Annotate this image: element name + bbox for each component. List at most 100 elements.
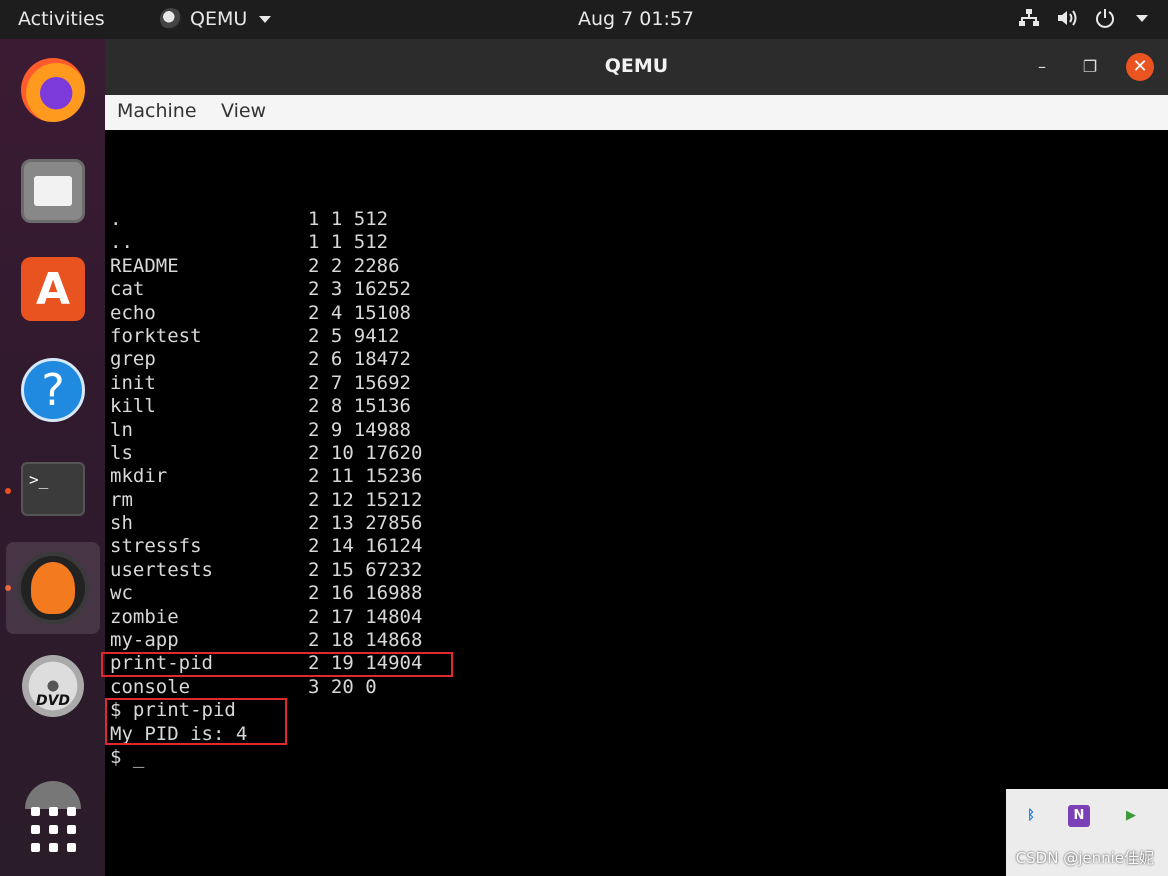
network-icon	[1019, 9, 1039, 26]
file-name: wc	[110, 582, 133, 605]
file-name: .	[110, 208, 122, 230]
chevron-down-icon	[1136, 14, 1148, 22]
highlight-box-print-pid-entry	[101, 652, 453, 677]
activities-button[interactable]: Activities	[18, 8, 105, 30]
app-menu-label: QEMU	[190, 8, 248, 30]
listing-row: stressfs 2 14 16124	[110, 535, 422, 558]
chevron-down-icon	[259, 15, 272, 23]
listing-row: my-app 2 18 14868	[110, 629, 422, 652]
file-info: 2 9 14988	[308, 418, 411, 441]
listing-row: console 3 20 0	[110, 676, 422, 699]
power-icon	[1096, 9, 1114, 28]
file-info: 2 7 15692	[308, 371, 411, 394]
console-output: . 1 1 512.. 1 1 512 README 2 2 2286 cat 2 3 16…	[110, 208, 422, 769]
top-bar: Activities QEMU Aug 7 01:57	[0, 0, 1168, 39]
file-name: sh	[110, 512, 133, 535]
file-name: rm	[110, 488, 133, 511]
file-info: 2 12 15212	[308, 488, 423, 511]
dock-help[interactable]: ?	[18, 355, 88, 425]
file-name: ls	[110, 441, 133, 464]
listing-row: sh 2 13 27856	[110, 512, 422, 535]
dock-software[interactable]: A	[18, 254, 88, 324]
file-info: 2 2 2286	[308, 254, 400, 277]
show-applications-button[interactable]	[18, 794, 88, 864]
listing-row: init 2 7 15692	[110, 372, 422, 395]
listing-row: mkdir 2 11 15236	[110, 465, 422, 488]
file-name: grep	[110, 348, 156, 371]
listing-row: grep 2 6 18472	[110, 348, 422, 371]
file-info: 2 4 15108	[308, 301, 411, 324]
listing-row: . 1 1 512	[110, 208, 422, 231]
shell-prompt: $ _	[110, 745, 145, 768]
file-info: 2 18 14868	[308, 629, 423, 652]
file-info: 2 14 16124	[308, 535, 423, 558]
apps-grid-icon	[30, 806, 76, 852]
file-info: 1 1 512	[308, 208, 389, 230]
file-name: stressfs	[110, 535, 202, 558]
file-name: README	[110, 254, 179, 277]
dock-terminal[interactable]: >_	[18, 454, 88, 524]
close-button[interactable]: ✕	[1126, 53, 1154, 81]
file-info: 2 10 17620	[308, 441, 423, 464]
firefox-icon	[21, 58, 85, 122]
clock[interactable]: Aug 7 01:57	[578, 8, 694, 30]
dock-firefox[interactable]	[18, 55, 88, 125]
listing-row: zombie 2 17 14804	[110, 606, 422, 629]
file-info: 1 1 512	[308, 231, 389, 254]
dock-dvd[interactable]: DVD	[18, 651, 88, 721]
maximize-button[interactable]: ❐	[1076, 53, 1104, 81]
menu-machine[interactable]: Machine	[117, 100, 197, 122]
onenote-icon[interactable]: N	[1068, 805, 1090, 827]
listing-row: ln 2 9 14988	[110, 419, 422, 442]
files-icon	[21, 159, 85, 223]
listing-row: echo 2 4 15108	[110, 302, 422, 325]
bluetooth-icon[interactable]: ᛒ	[1020, 805, 1042, 827]
file-info: 2 17 14804	[308, 605, 423, 628]
file-info: 2 15 67232	[308, 558, 423, 581]
menu-view[interactable]: View	[221, 100, 266, 122]
file-info: 2 3 16252	[308, 278, 411, 301]
file-name: ln	[110, 418, 133, 441]
listing-row: kill 2 8 15136	[110, 395, 422, 418]
listing-row: usertests 2 15 67232	[110, 559, 422, 582]
minimize-button[interactable]: –	[1028, 53, 1056, 81]
qemu-icon	[17, 552, 89, 624]
file-name: cat	[110, 278, 145, 301]
file-name: console	[110, 675, 191, 698]
window-titlebar[interactable]: QEMU – ❐ ✕	[105, 39, 1168, 95]
file-info: 2 11 15236	[308, 465, 423, 488]
dock-qemu[interactable]	[6, 542, 100, 634]
menu-bar: Machine View	[105, 95, 1168, 130]
app-menu[interactable]: QEMU	[160, 8, 272, 30]
file-name: zombie	[110, 605, 179, 628]
file-name: usertests	[110, 558, 213, 581]
dock: A ? >_ DVD	[0, 39, 105, 876]
listing-row: cat 2 3 16252	[110, 278, 422, 301]
volume-icon	[1058, 10, 1077, 26]
listing-row: forktest 2 5 9412	[110, 325, 422, 348]
listing-row: rm 2 12 15212	[110, 489, 422, 512]
window-title: QEMU	[604, 55, 669, 77]
dvd-icon: DVD	[22, 655, 84, 717]
file-info: 2 6 18472	[308, 348, 411, 371]
screen-capture-icon[interactable]: ▶	[1120, 805, 1142, 827]
listing-row: README 2 2 2286	[110, 255, 422, 278]
terminal-icon: >_	[21, 462, 85, 516]
listing-row: ls 2 10 17620	[110, 442, 422, 465]
help-icon: ?	[21, 358, 85, 422]
file-name: ..	[110, 231, 133, 254]
watermark: CSDN @jennie佳妮	[1015, 849, 1154, 867]
file-info: 2 8 15136	[308, 395, 411, 418]
software-store-icon: A	[21, 257, 85, 321]
file-name: forktest	[110, 324, 202, 347]
file-info: 2 16 16988	[308, 582, 423, 605]
qemu-app-icon	[160, 8, 182, 30]
file-name: echo	[110, 301, 156, 324]
file-info: 2 13 27856	[308, 512, 423, 535]
system-tray[interactable]	[1018, 7, 1148, 29]
highlight-box-command-output	[105, 698, 287, 745]
file-name: init	[110, 371, 156, 394]
file-name: my-app	[110, 629, 179, 652]
listing-row: wc 2 16 16988	[110, 582, 422, 605]
dock-files[interactable]	[18, 156, 88, 226]
